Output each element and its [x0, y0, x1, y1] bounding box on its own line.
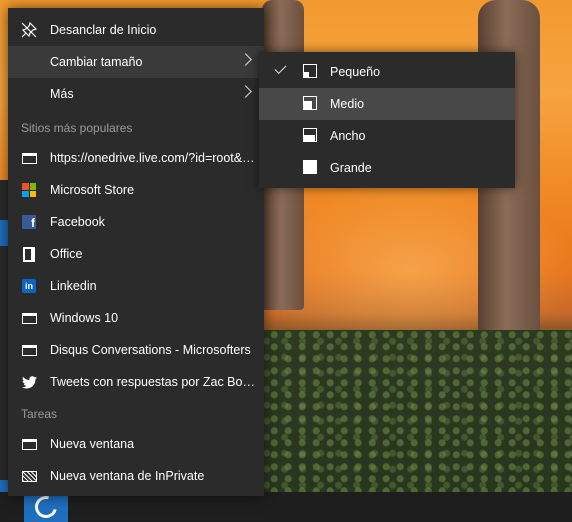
tile-wide-icon [303, 128, 317, 142]
task-label: Nueva ventana de InPrivate [50, 469, 205, 483]
jumplist-item[interactable]: in Linkedin [8, 270, 264, 302]
new-window-item[interactable]: Nueva ventana [8, 428, 264, 460]
jumplist-label: Linkedin [50, 279, 97, 293]
jumplist-label: https://onedrive.live.com/?id=root&ci... [50, 151, 258, 165]
menu-item-label: Más [50, 87, 74, 101]
size-option-medium[interactable]: Medio [259, 88, 515, 120]
unpin-icon [20, 22, 38, 38]
jumplist-item[interactable]: Microsoft Store [8, 174, 264, 206]
jumplist-label: Microsoft Store [50, 183, 135, 197]
inprivate-icon [20, 468, 38, 484]
tile-large-icon [303, 160, 317, 174]
office-icon [20, 246, 38, 262]
section-header-tasks: Tareas [21, 407, 58, 421]
size-option-large[interactable]: Grande [259, 152, 515, 184]
taskbar [0, 492, 572, 522]
new-inprivate-window-item[interactable]: Nueva ventana de InPrivate [8, 460, 264, 492]
unpin-from-start-item[interactable]: Desanclar de Inicio [8, 14, 264, 46]
tile-context-menu: Desanclar de Inicio Cambiar tamaño Más S… [8, 8, 264, 496]
menu-item-label: Desanclar de Inicio [50, 23, 157, 37]
task-label: Nueva ventana [50, 437, 135, 451]
section-header-popular: Sitios más populares [21, 121, 133, 135]
page-icon [20, 342, 38, 358]
menu-item-label: Cambiar tamaño [50, 55, 143, 69]
jumplist-item[interactable]: Tweets con respuestas por Zac Bowde... [8, 366, 264, 398]
jumplist-label: Facebook [50, 215, 105, 229]
jumplist-label: Tweets con respuestas por Zac Bowde... [50, 375, 258, 389]
size-option-small[interactable]: Pequeño [259, 56, 515, 88]
edge-tile[interactable] [24, 491, 68, 522]
store-icon [20, 182, 38, 198]
jumplist-label: Disqus Conversations - Microsofters [50, 343, 251, 357]
resize-submenu: Pequeño Medio Ancho Grande [259, 52, 515, 188]
jumplist-label: Windows 10 [50, 311, 119, 325]
size-option-label: Pequeño [330, 65, 381, 79]
tile-small-icon [303, 64, 317, 78]
tile-medium-icon [303, 96, 317, 110]
facebook-icon: f [20, 214, 38, 230]
page-icon [20, 150, 38, 166]
checkmark-icon [274, 61, 287, 75]
twitter-icon [20, 374, 38, 390]
size-option-wide[interactable]: Ancho [259, 120, 515, 152]
size-option-label: Grande [330, 161, 372, 175]
edge-icon [30, 491, 62, 522]
jumplist-item[interactable]: f Facebook [8, 206, 264, 238]
window-icon [20, 436, 38, 452]
size-option-label: Medio [330, 97, 365, 111]
jumplist-item[interactable]: Windows 10 [8, 302, 264, 334]
size-option-label: Ancho [330, 129, 366, 143]
more-item[interactable]: Más [8, 78, 264, 110]
jumplist-label: Office [50, 247, 83, 261]
page-icon [20, 310, 38, 326]
jumplist-item[interactable]: Disqus Conversations - Microsofters [8, 334, 264, 366]
linkedin-icon: in [20, 278, 38, 294]
jumplist-item[interactable]: Office [8, 238, 264, 270]
resize-item[interactable]: Cambiar tamaño [8, 46, 264, 78]
jumplist-item[interactable]: https://onedrive.live.com/?id=root&ci... [8, 142, 264, 174]
